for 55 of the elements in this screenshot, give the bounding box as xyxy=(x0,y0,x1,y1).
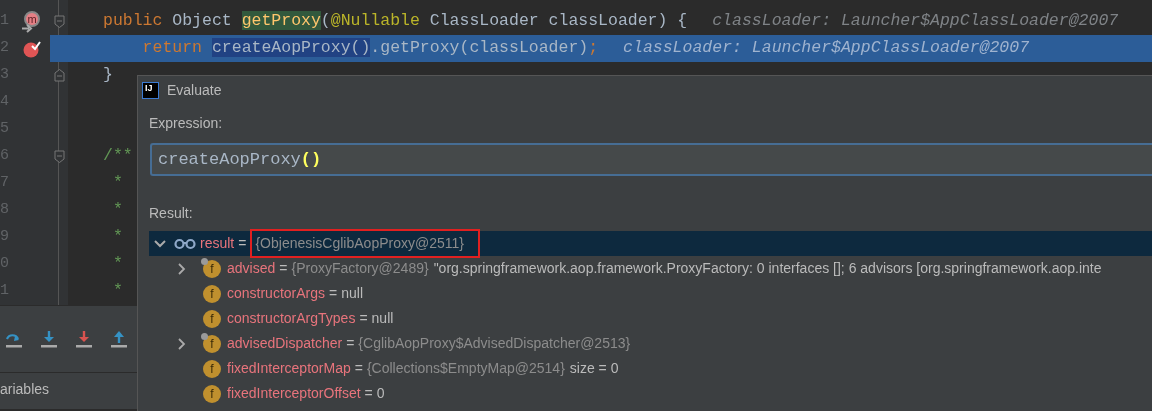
field-icon: f xyxy=(203,284,221,303)
variable-name: fixedInterceptorOffset xyxy=(227,384,361,403)
variable-name: fixedInterceptorMap xyxy=(227,359,351,378)
breakpoint-icon[interactable] xyxy=(23,39,41,58)
variable-name: advisedDispatcher xyxy=(227,334,343,353)
inline-value-hint: classLoader: Launcher$AppClassLoader@2007 xyxy=(712,10,1119,33)
variable-value: 0 xyxy=(376,384,385,403)
field-icon: f xyxy=(203,384,221,403)
fold-marker-icon[interactable] xyxy=(53,150,65,163)
equals-sign: = xyxy=(359,309,368,328)
force-step-into-icon[interactable] xyxy=(75,330,93,348)
equals-sign: = xyxy=(238,234,247,253)
equals-sign: = xyxy=(354,359,363,378)
code-text: return createAopProxy().getProxy(classLoader); xyxy=(141,37,599,60)
variables-tab[interactable]: ariables xyxy=(0,373,50,400)
variable-value: null xyxy=(341,284,364,303)
variable-name: constructorArgTypes xyxy=(227,309,356,328)
code-text: public Object getProxy(@Nullable ClassLoader classLoader) { xyxy=(103,10,688,33)
expression-field[interactable]: createAopProxy() xyxy=(150,143,1152,176)
field-icon: f xyxy=(203,334,221,353)
app-logo-icon: IJ xyxy=(142,82,159,99)
variable-value: null xyxy=(371,309,394,328)
variable-description: size = 0 xyxy=(569,359,619,378)
variable-value: {ObjenesisCglibAopProxy@2511} xyxy=(255,235,464,251)
code-text: * xyxy=(111,199,123,222)
code-text: * xyxy=(111,172,123,195)
inline-value-hint: classLoader: Launcher$AppClassLoader@2007 xyxy=(623,37,1030,60)
equals-sign: = xyxy=(346,334,355,353)
variable-name: constructorArgs xyxy=(227,284,326,303)
step-into-icon[interactable] xyxy=(40,330,58,348)
variable-name: result xyxy=(200,234,235,253)
equals-sign: = xyxy=(279,259,288,278)
code-text: /** xyxy=(103,145,133,168)
code-text: * xyxy=(111,280,123,303)
fold-marker-icon[interactable] xyxy=(53,69,65,82)
equals-sign: = xyxy=(329,284,338,303)
expression-label: Expression: xyxy=(149,114,223,133)
field-icon: f xyxy=(203,309,221,328)
variable-value: {ProxyFactory@2489} xyxy=(291,259,429,278)
variable-description: "org.springframework.aop.framework.ProxyFactory: 0 interfaces []; 6 advisors [org.springframework.aop.inte xyxy=(433,259,1102,278)
variable-value: {CglibAopProxy$AdvisedDispatcher@2513} xyxy=(358,334,631,353)
field-icon: f xyxy=(203,259,221,278)
fold-marker-icon[interactable] xyxy=(53,15,65,28)
glasses-icon xyxy=(174,237,196,250)
equals-sign: = xyxy=(364,384,373,403)
result-row[interactable]: result = {ObjenesisCglibAopProxy@2511} xyxy=(149,231,1152,256)
dialog-title: Evaluate xyxy=(167,81,222,100)
variable-name: advised xyxy=(227,259,276,278)
field-icon: f xyxy=(203,359,221,378)
code-text: * xyxy=(111,226,123,249)
variable-value: {Collections$EmptyMap@2514} xyxy=(366,359,565,378)
code-text: * xyxy=(111,253,123,276)
step-out-icon[interactable] xyxy=(110,330,128,348)
result-label: Result: xyxy=(149,204,193,223)
code-text: } xyxy=(103,64,113,87)
